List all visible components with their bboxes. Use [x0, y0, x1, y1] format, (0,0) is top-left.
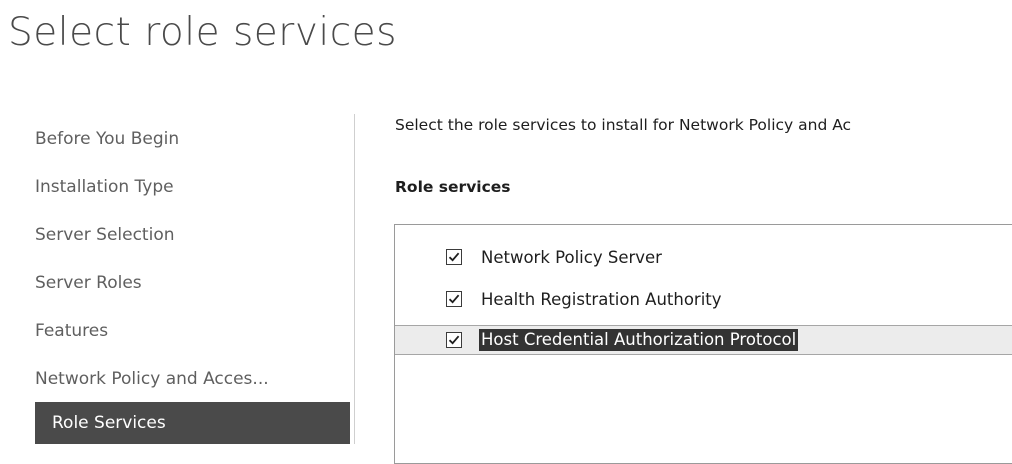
- service-row-network-policy-server[interactable]: Network Policy Server: [395, 243, 1012, 273]
- role-services-heading: Role services: [395, 178, 511, 196]
- wizard-navigation: Before You Begin Installation Type Serve…: [0, 112, 352, 444]
- health-registration-authority-checkbox[interactable]: [446, 291, 462, 307]
- intro-text: Select the role services to install for …: [395, 116, 852, 134]
- role-services-list[interactable]: Network Policy Server Health Registratio…: [394, 224, 1012, 464]
- nav-item-before-you-begin[interactable]: Before You Begin: [35, 124, 179, 154]
- service-label: Host Credential Authorization Protocol: [479, 329, 799, 351]
- checkmark-icon: [448, 335, 460, 345]
- nav-item-server-selection[interactable]: Server Selection: [35, 220, 175, 250]
- nav-item-server-roles[interactable]: Server Roles: [35, 268, 142, 298]
- network-policy-server-checkbox[interactable]: [446, 249, 462, 265]
- nav-item-features[interactable]: Features: [35, 316, 108, 346]
- checkmark-icon: [448, 294, 460, 304]
- nav-divider: [354, 114, 355, 444]
- nav-item-network-policy-and-access[interactable]: Network Policy and Acces...: [35, 364, 269, 394]
- checkmark-icon: [448, 252, 460, 262]
- service-label: Health Registration Authority: [481, 290, 722, 309]
- nav-item-role-services[interactable]: Role Services: [35, 402, 350, 444]
- service-label: Network Policy Server: [481, 248, 662, 267]
- nav-item-installation-type[interactable]: Installation Type: [35, 172, 174, 202]
- service-row-host-credential-authorization-protocol[interactable]: Host Credential Authorization Protocol: [395, 325, 1012, 355]
- page-title: Select role services: [8, 10, 397, 55]
- host-credential-authorization-protocol-checkbox[interactable]: [446, 332, 462, 348]
- service-row-health-registration-authority[interactable]: Health Registration Authority: [395, 285, 1012, 315]
